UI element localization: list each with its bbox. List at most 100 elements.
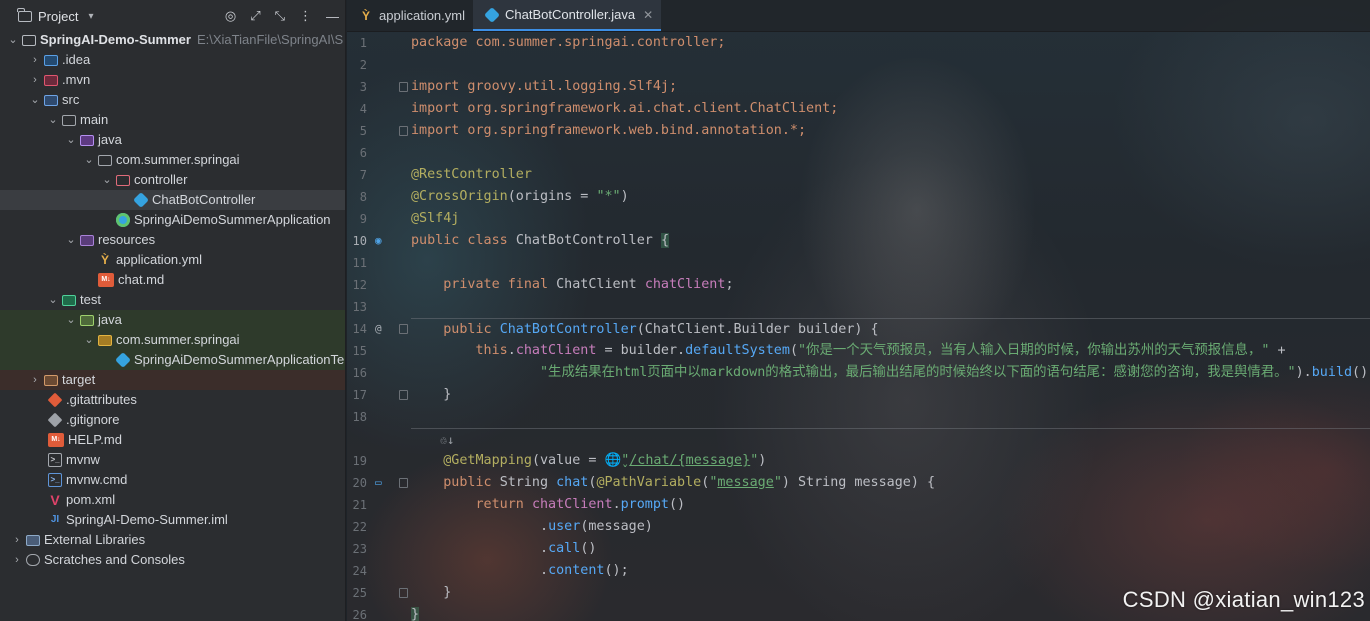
tree-item-gitattributes[interactable]: .gitattributes [0,390,345,410]
project-folder-icon [17,7,32,22]
tree-item-external-libraries[interactable]: › External Libraries [0,530,345,550]
more-options-icon[interactable]: ⋮ [299,8,312,24]
line-number: 24 [352,564,367,578]
line-number: 9 [359,212,367,226]
shell-file-icon: >_ [48,453,62,467]
chevron-down-icon[interactable]: ⌄ [64,310,78,330]
line-number [347,428,407,450]
tree-item-chat-md[interactable]: M↓ chat.md [0,270,345,290]
code-line: .user(message) [411,519,653,534]
minimize-icon[interactable]: — [326,9,339,24]
code-vision-hint-icon[interactable]: ♲↓ [411,433,454,447]
tree-item-resources[interactable]: ⌄ resources [0,230,345,250]
tree-item-application-class[interactable]: SpringAiDemoSummerApplication [0,210,345,230]
fold-icon[interactable] [399,390,408,400]
tree-item-package[interactable]: ⌄ com.summer.springai [0,150,345,170]
tree-item-help-md[interactable]: M↓ HELP.md [0,430,345,450]
globe-icon[interactable]: 🌐̬ [605,453,622,468]
collapse-all-icon[interactable]: ⤡ [275,8,285,24]
line-number: 16 [352,366,367,380]
chevron-down-icon[interactable]: ▾ [88,11,93,22]
tree-item-iml[interactable]: JI SpringAI-Demo-Summer.iml [0,510,345,530]
code-line: package com.summer.springai.controller; [411,35,726,50]
tree-item-label: application.yml [116,252,202,267]
tree-item-test[interactable]: ⌄ test [0,290,345,310]
fold-icon[interactable] [399,324,408,334]
chevron-down-icon[interactable]: ⌄ [64,230,78,250]
tree-item-idea[interactable]: › .idea [0,50,345,70]
tree-item-chatbotcontroller[interactable]: ChatBotController [0,190,345,210]
close-icon[interactable]: ✕ [643,8,653,22]
tree-item-test-java[interactable]: ⌄ java [0,310,345,330]
tree-item-gitignore[interactable]: .gitignore [0,410,345,430]
line-number: 11 [352,256,367,270]
spring-bean-icon[interactable]: ◉ [375,230,382,252]
tree-item-label: java [98,132,122,147]
chevron-down-icon[interactable]: ⌄ [82,150,96,170]
line-number: 26 [352,608,367,621]
chevron-down-icon[interactable]: ⌄ [100,170,114,190]
tree-item-controller[interactable]: ⌄ controller [0,170,345,190]
chevron-right-icon[interactable]: › [28,50,42,70]
line-number: 13 [352,300,367,314]
code-line: @RestController [411,167,532,182]
expand-all-icon[interactable]: ⤢ [250,8,260,24]
code-hint-line: ♲↓ [411,428,1370,450]
chevron-down-icon[interactable]: ⌄ [6,30,20,50]
code-editor[interactable]: package com.summer.springai.controller; … [411,32,1370,621]
fold-icon[interactable] [399,478,408,488]
line-number: 17 [347,384,408,406]
tree-item-target[interactable]: › target [0,370,345,390]
line-number: 18 [352,410,367,424]
line-number: 21 [352,498,367,512]
tree-item-label: External Libraries [44,532,146,547]
tree-item-pom[interactable]: V pom.xml [0,490,345,510]
tab-chatbotcontroller-java[interactable]: ChatBotController.java ✕ [473,0,662,31]
chevron-down-icon[interactable]: ⌄ [82,330,96,350]
endpoint-icon[interactable]: ▭ [375,472,382,494]
tree-item-scratches[interactable]: › Scratches and Consoles [0,550,345,570]
line-number: 4 [359,102,367,116]
line-number: 19 [352,454,367,468]
autowired-icon[interactable]: @ [375,318,382,340]
tree-item-src[interactable]: ⌄ src [0,90,345,110]
chevron-down-icon[interactable]: ⌄ [64,130,78,150]
target-icon[interactable]: ◎ [225,8,236,24]
chevron-down-icon[interactable]: ⌄ [46,290,60,310]
tree-item-main[interactable]: ⌄ main [0,110,345,130]
chevron-down-icon[interactable]: ⌄ [28,90,42,110]
tree-item-test-package[interactable]: ⌄ com.summer.springai [0,330,345,350]
tree-item-label: ChatBotController [152,192,256,207]
tree-item-label: pom.xml [66,492,116,507]
tree-item-label: HELP.md [68,432,122,447]
tree-item-mvn[interactable]: › .mvn [0,70,345,90]
fold-icon[interactable] [399,126,408,136]
fold-icon[interactable] [399,588,408,598]
code-line: public String chat(@PathVariable("messag… [411,475,936,490]
class-icon [133,192,149,208]
chevron-right-icon[interactable]: › [10,530,24,550]
fold-icon[interactable] [399,82,408,92]
chevron-down-icon[interactable]: ⌄ [46,110,60,130]
tree-item-label: .idea [62,52,91,67]
project-view-selector[interactable]: Project [38,9,78,24]
maven-file-icon: V [50,492,60,508]
tree-item-root[interactable]: ⌄ SpringAI-Demo-Summer E:\XiaTianFile\Sp… [0,30,345,50]
tab-application-yml[interactable]: Ỳ application.yml [347,0,473,31]
tree-item-test-class[interactable]: SpringAiDemoSummerApplicationTe [0,350,345,370]
chevron-right-icon[interactable]: › [28,370,42,390]
tree-item-mvnw-cmd[interactable]: >_ mvnw.cmd [0,470,345,490]
tree-item-label: com.summer.springai [116,332,240,347]
line-number: 22 [352,520,367,534]
chevron-right-icon[interactable]: › [10,550,24,570]
project-toolbar: ◎ ⤢ ⤡ ⋮ — [225,8,339,24]
tree-item-application-yml[interactable]: Ỳ application.yml [0,250,345,270]
tree-item-label: main [80,112,109,127]
tree-item-java[interactable]: ⌄ java [0,130,345,150]
editor-tab-bar: Ỳ application.yml ChatBotController.java… [347,0,1370,32]
chevron-right-icon[interactable]: › [28,70,42,90]
project-tool-window: Project ▾ ◎ ⤢ ⤡ ⋮ — ⌄ SpringAI-Demo-Summ… [0,0,346,621]
tree-item-mvnw[interactable]: >_ mvnw [0,450,345,470]
line-number: 15 [352,344,367,358]
